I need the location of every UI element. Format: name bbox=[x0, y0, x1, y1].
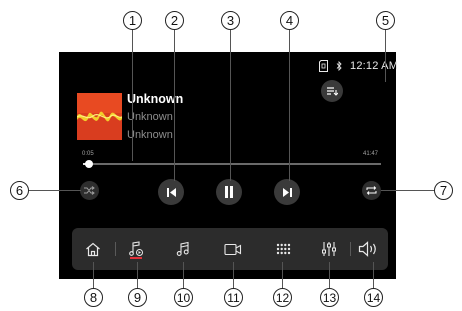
next-button[interactable] bbox=[274, 179, 300, 205]
play-pause-button[interactable] bbox=[216, 179, 242, 205]
album-art bbox=[77, 93, 122, 140]
callout-line bbox=[174, 29, 175, 181]
shuffle-icon bbox=[84, 186, 95, 195]
elapsed-time: 0:05 bbox=[82, 151, 94, 157]
previous-button[interactable] bbox=[158, 179, 184, 205]
apps-grid-icon bbox=[276, 243, 290, 255]
callout-line bbox=[329, 262, 330, 288]
callout-line bbox=[230, 29, 231, 181]
progress-bar[interactable] bbox=[83, 160, 381, 168]
callout-line bbox=[233, 262, 234, 288]
callout-line bbox=[93, 262, 94, 288]
next-icon bbox=[282, 187, 292, 197]
callout-14: 14 bbox=[364, 288, 383, 307]
dock-divider bbox=[350, 242, 351, 256]
callout-line bbox=[282, 262, 283, 288]
callout-line bbox=[385, 28, 386, 82]
sd-card-icon bbox=[319, 60, 328, 72]
progress-thumb[interactable] bbox=[84, 160, 93, 168]
active-indicator bbox=[130, 257, 142, 259]
bluetooth-icon bbox=[336, 61, 342, 71]
playlist-button[interactable] bbox=[321, 80, 343, 102]
total-time: 41:47 bbox=[363, 151, 379, 157]
callout-line bbox=[29, 190, 81, 191]
callout-3: 3 bbox=[221, 11, 240, 30]
callout-line bbox=[373, 262, 374, 288]
callout-line bbox=[289, 29, 290, 181]
dock-volume-button[interactable] bbox=[353, 228, 383, 270]
callout-5: 5 bbox=[376, 11, 395, 30]
volume-icon bbox=[358, 241, 376, 257]
music-source-icon bbox=[129, 241, 143, 256]
dock-apps-button[interactable] bbox=[268, 228, 298, 270]
previous-icon bbox=[166, 187, 176, 197]
equalizer-icon bbox=[322, 242, 336, 256]
callout-11: 11 bbox=[224, 288, 243, 307]
status-time: 12:12 AM bbox=[350, 60, 399, 72]
callout-10: 10 bbox=[174, 288, 193, 307]
home-icon bbox=[86, 242, 100, 256]
status-bar: 12:12 AM bbox=[319, 59, 398, 73]
track-album: Unknown bbox=[127, 129, 173, 141]
bottom-dock bbox=[72, 228, 388, 270]
track-artist: Unknown bbox=[127, 111, 173, 123]
playlist-icon bbox=[327, 87, 338, 96]
callout-12: 12 bbox=[273, 288, 292, 307]
callout-2: 2 bbox=[165, 11, 184, 30]
callout-8: 8 bbox=[84, 288, 103, 307]
shuffle-button[interactable] bbox=[80, 181, 99, 200]
music-icon bbox=[176, 241, 189, 256]
dock-divider bbox=[115, 242, 116, 256]
callout-line bbox=[381, 190, 434, 191]
callout-9: 9 bbox=[128, 288, 147, 307]
repeat-button[interactable] bbox=[362, 181, 381, 200]
video-icon bbox=[224, 243, 242, 255]
callout-1: 1 bbox=[123, 11, 142, 30]
callout-7: 7 bbox=[434, 181, 453, 200]
dock-music-source-button[interactable] bbox=[121, 228, 151, 270]
repeat-icon bbox=[366, 186, 377, 195]
pause-icon bbox=[225, 186, 233, 198]
callout-13: 13 bbox=[320, 288, 339, 307]
callout-4: 4 bbox=[280, 11, 299, 30]
callout-6: 6 bbox=[10, 181, 29, 200]
callout-line bbox=[137, 262, 138, 288]
callout-line bbox=[183, 262, 184, 288]
callout-line bbox=[132, 29, 133, 161]
